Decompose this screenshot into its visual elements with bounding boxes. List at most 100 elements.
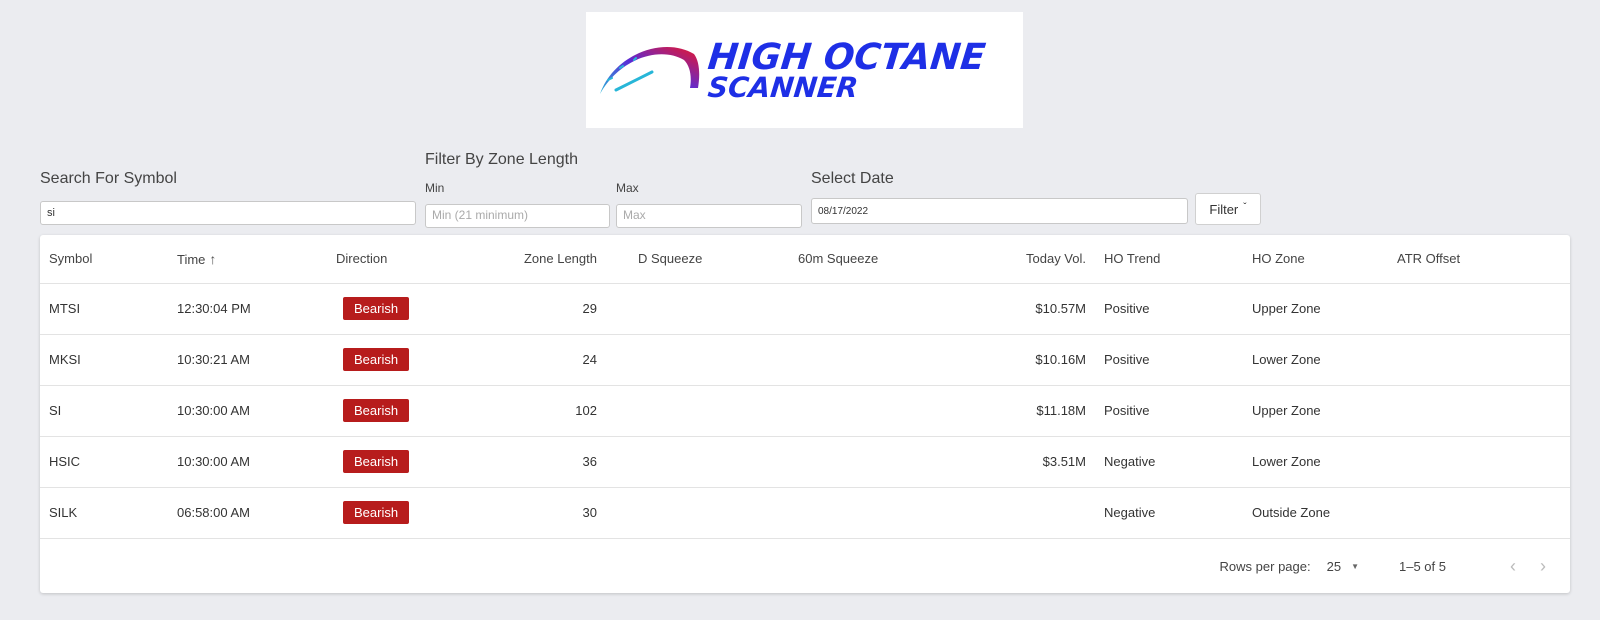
direction-badge: Bearish (343, 450, 410, 473)
cell-zone-length: 24 (457, 334, 606, 386)
zone-length-label: Filter By Zone Length (425, 151, 578, 168)
cell-time: 10:30:00 AM (168, 385, 327, 437)
cell-60m-squeeze (770, 283, 940, 335)
cell-today-vol: $11.18M (940, 385, 1095, 437)
cell-time: 12:30:04 PM (168, 283, 327, 335)
cell-today-vol: $10.57M (940, 283, 1095, 335)
speedometer-icon (600, 47, 700, 94)
results-table: Symbol Time ↑ Direction Zone Length D Squ… (40, 235, 1570, 539)
search-label: Search For Symbol (40, 170, 177, 187)
logo-wordmark: HIGH OCTANE SCANNER (706, 37, 987, 104)
cell-ho-zone: Upper Zone (1243, 283, 1388, 335)
cell-direction: Bearish (327, 385, 457, 437)
filter-button-label: Filter (1209, 201, 1239, 217)
date-input[interactable] (811, 198, 1188, 224)
cell-atr-offset (1388, 436, 1570, 488)
table-header-row: Symbol Time ↑ Direction Zone Length D Squ… (40, 235, 1570, 284)
table-row[interactable]: SI 10:30:00 AM Bearish 102 $11.18M Posit… (40, 385, 1570, 437)
rows-per-page-value: 25 (1326, 558, 1342, 574)
cell-atr-offset (1388, 334, 1570, 386)
column-header-time[interactable]: Time ↑ (168, 235, 327, 284)
scanner-page: HIGH OCTANE SCANNER Search For Symbol Fi… (0, 0, 1600, 620)
cell-symbol: SI (40, 385, 168, 437)
direction-badge: Bearish (343, 399, 410, 422)
cell-ho-zone: Upper Zone (1243, 385, 1388, 437)
cell-60m-squeeze (770, 385, 940, 437)
cell-ho-trend: Negative (1095, 487, 1243, 539)
table-row[interactable]: MKSI 10:30:21 AM Bearish 24 $10.16M Posi… (40, 334, 1570, 386)
rows-per-page-select[interactable]: 25 ▼ (1327, 559, 1359, 574)
cell-time: 06:58:00 AM (168, 487, 327, 539)
cell-d-squeeze (606, 436, 770, 488)
column-header-atr-offset[interactable]: ATR Offset (1388, 235, 1570, 284)
cell-ho-zone: Lower Zone (1243, 436, 1388, 488)
results-table-card: Symbol Time ↑ Direction Zone Length D Squ… (40, 235, 1570, 593)
min-label: Min (425, 181, 445, 195)
cell-symbol: HSIC (40, 436, 168, 488)
cell-direction: Bearish (327, 487, 457, 539)
column-header-60m-squeeze[interactable]: 60m Squeeze (770, 235, 940, 284)
max-label: Max (616, 181, 639, 195)
logo-line-2: SCANNER (706, 71, 860, 104)
rows-per-page-label: Rows per page: (1219, 558, 1311, 574)
cell-time: 10:30:21 AM (168, 334, 327, 386)
zone-min-input[interactable] (425, 204, 610, 228)
zone-max-input[interactable] (616, 204, 802, 228)
cell-d-squeeze (606, 334, 770, 386)
search-input[interactable] (40, 201, 416, 225)
cell-direction: Bearish (327, 283, 457, 335)
arrow-up-icon: ↑ (209, 250, 217, 267)
cell-today-vol (940, 487, 1095, 539)
cell-today-vol: $3.51M (940, 436, 1095, 488)
chevron-down-icon: ˇ (1243, 201, 1247, 213)
cell-60m-squeeze (770, 334, 940, 386)
column-header-today-vol[interactable]: Today Vol. (940, 235, 1095, 284)
cell-ho-trend: Positive (1095, 334, 1243, 386)
chevron-right-icon[interactable]: › (1540, 556, 1546, 577)
pagination: Rows per page: 25 ▼ 1–5 of 5 ‹ › (40, 540, 1570, 592)
direction-badge: Bearish (343, 348, 410, 371)
cell-zone-length: 36 (457, 436, 606, 488)
cell-ho-trend: Negative (1095, 436, 1243, 488)
date-label: Select Date (811, 170, 894, 187)
cell-atr-offset (1388, 385, 1570, 437)
direction-badge: Bearish (343, 501, 410, 524)
cell-d-squeeze (606, 385, 770, 437)
column-header-zone-length[interactable]: Zone Length (457, 235, 606, 284)
table-row[interactable]: SILK 06:58:00 AM Bearish 30 Negative Out… (40, 487, 1570, 539)
cell-time: 10:30:00 AM (168, 436, 327, 488)
cell-d-squeeze (606, 283, 770, 335)
column-header-d-squeeze[interactable]: D Squeeze (606, 235, 770, 284)
column-header-time-label: Time (177, 251, 206, 267)
logo: HIGH OCTANE SCANNER (586, 12, 1023, 128)
cell-symbol: MTSI (40, 283, 168, 335)
cell-zone-length: 30 (457, 487, 606, 539)
column-header-direction[interactable]: Direction (327, 235, 457, 284)
cell-zone-length: 102 (457, 385, 606, 437)
pagination-range: 1–5 of 5 (1399, 558, 1446, 574)
chevron-left-icon[interactable]: ‹ (1510, 556, 1516, 577)
cell-atr-offset (1388, 487, 1570, 539)
cell-d-squeeze (606, 487, 770, 539)
cell-today-vol: $10.16M (940, 334, 1095, 386)
cell-zone-length: 29 (457, 283, 606, 335)
caret-down-icon: ▼ (1351, 561, 1359, 571)
cell-direction: Bearish (327, 334, 457, 386)
cell-symbol: SILK (40, 487, 168, 539)
cell-60m-squeeze (770, 487, 940, 539)
filter-button[interactable]: Filter ˇ (1195, 193, 1261, 225)
cell-direction: Bearish (327, 436, 457, 488)
direction-badge: Bearish (343, 297, 410, 320)
cell-atr-offset (1388, 283, 1570, 335)
column-header-ho-trend[interactable]: HO Trend (1095, 235, 1243, 284)
cell-ho-trend: Positive (1095, 283, 1243, 335)
cell-60m-squeeze (770, 436, 940, 488)
cell-ho-zone: Lower Zone (1243, 334, 1388, 386)
column-header-symbol[interactable]: Symbol (40, 235, 168, 284)
column-header-ho-zone[interactable]: HO Zone (1243, 235, 1388, 284)
cell-ho-trend: Positive (1095, 385, 1243, 437)
cell-symbol: MKSI (40, 334, 168, 386)
cell-ho-zone: Outside Zone (1243, 487, 1388, 539)
table-row[interactable]: HSIC 10:30:00 AM Bearish 36 $3.51M Negat… (40, 436, 1570, 488)
table-row[interactable]: MTSI 12:30:04 PM Bearish 29 $10.57M Posi… (40, 283, 1570, 335)
